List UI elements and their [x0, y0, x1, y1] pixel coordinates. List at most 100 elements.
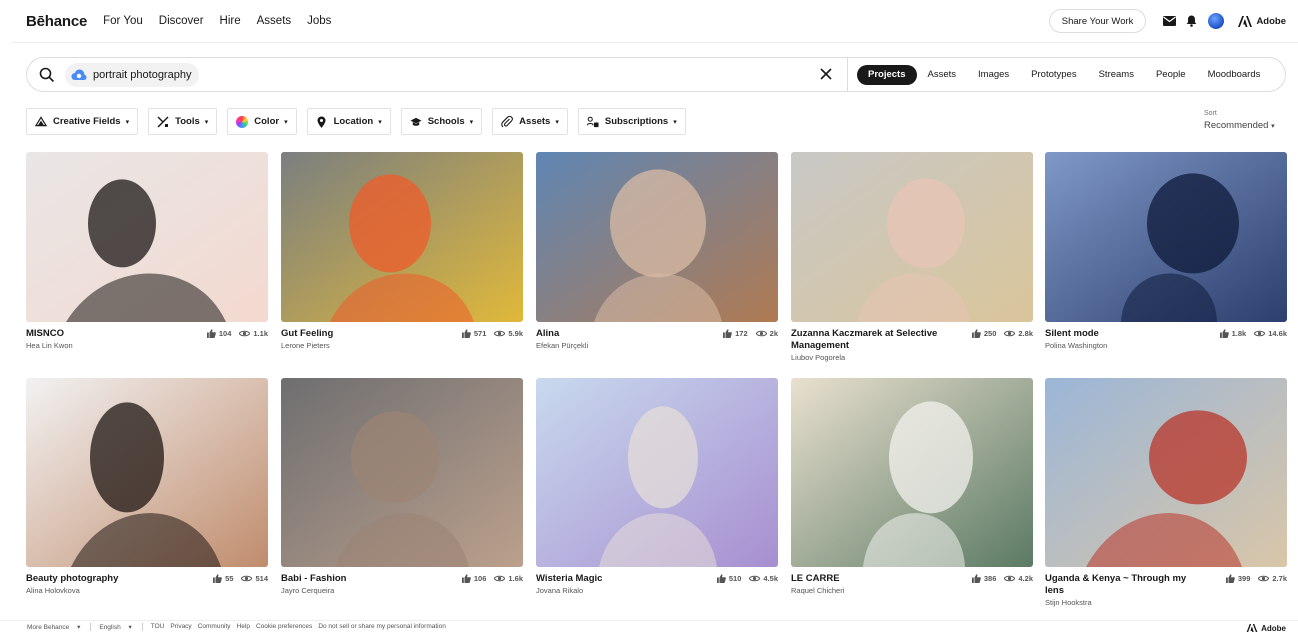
- project-card[interactable]: Wisteria Magic Jovana Rikalo 510 4.5k: [536, 378, 778, 595]
- project-card[interactable]: LE CARRE Raquel Chicheri 386 4.2k: [791, 378, 1033, 595]
- project-owner[interactable]: Alina Holovkova: [26, 586, 268, 595]
- project-title[interactable]: MISNCO: [26, 328, 186, 340]
- project-title[interactable]: Gut Feeling: [281, 328, 441, 340]
- views-count: 1.6k: [508, 574, 523, 583]
- project-stats: 399 2.7k: [1218, 574, 1287, 583]
- filter-location[interactable]: Location ▾: [306, 108, 391, 135]
- project-card[interactable]: Gut Feeling Lerone Pieters 571 5.9k: [281, 152, 523, 350]
- project-title[interactable]: Uganda & Kenya ~ Through my lens: [1045, 573, 1205, 597]
- nav-link-for-you[interactable]: For You: [103, 15, 143, 27]
- avatar[interactable]: [1208, 13, 1225, 29]
- footer-link-help[interactable]: Help: [237, 623, 250, 630]
- tab-assets[interactable]: Assets: [917, 65, 968, 85]
- footer-link-cookie-preferences[interactable]: Cookie preferences: [256, 623, 312, 630]
- tab-streams[interactable]: Streams: [1088, 65, 1145, 85]
- mail-icon[interactable]: [1162, 14, 1176, 28]
- project-owner[interactable]: Polina Washington: [1045, 341, 1287, 350]
- bell-icon[interactable]: [1184, 14, 1198, 28]
- sort-dropdown[interactable]: Sort Recommended ▾: [1204, 110, 1275, 131]
- views-stat: 1.6k: [494, 574, 523, 583]
- footer-more-behance[interactable]: More Behance ▾: [27, 623, 80, 631]
- location-pin-icon: [316, 116, 328, 128]
- footer-adobe-label: Adobe: [1261, 624, 1286, 632]
- tab-prototypes[interactable]: Prototypes: [1020, 65, 1087, 85]
- filter-schools[interactable]: Schools ▾: [400, 108, 483, 135]
- filter-assets[interactable]: Assets ▾: [492, 108, 568, 135]
- project-thumbnail[interactable]: [281, 378, 523, 567]
- footer-link-community[interactable]: Community: [198, 623, 231, 630]
- adobe-logo-icon: [1238, 15, 1253, 27]
- tools-icon: [157, 116, 169, 128]
- project-owner[interactable]: Lerone Pieters: [281, 341, 523, 350]
- subscriptions-icon: [586, 116, 599, 128]
- views-count: 5.9k: [508, 329, 523, 338]
- project-card[interactable]: Beauty photography Alina Holovkova 55 514: [26, 378, 268, 595]
- likes-stat: 399: [1225, 574, 1250, 583]
- project-owner[interactable]: Efekan Pürçekli: [536, 341, 778, 350]
- nav-right: Share Your Work Adobe: [1048, 0, 1286, 42]
- eye-icon: [494, 575, 506, 582]
- project-thumbnail[interactable]: [26, 152, 268, 322]
- footer-link-tou[interactable]: TOU: [151, 623, 165, 630]
- project-card[interactable]: Zuzanna Kaczmarek at Selective Managemen…: [791, 152, 1033, 362]
- chevron-down-icon: ▾: [284, 118, 288, 126]
- thumbs-up-icon: [206, 329, 216, 338]
- project-thumbnail[interactable]: [281, 152, 523, 322]
- nav-link-assets[interactable]: Assets: [257, 15, 292, 27]
- filter-tools[interactable]: Tools ▾: [148, 108, 218, 135]
- project-card[interactable]: Alina Efekan Pürçekli 172 2k: [536, 152, 778, 350]
- behance-logo[interactable]: Bēhance: [26, 13, 87, 30]
- project-title[interactable]: Wisteria Magic: [536, 573, 696, 585]
- filter-bar: Creative Fields ▾ Tools ▾ Color ▾ Location ▾…: [26, 108, 696, 135]
- nav-link-jobs[interactable]: Jobs: [307, 15, 331, 27]
- project-thumbnail[interactable]: [536, 152, 778, 322]
- project-owner[interactable]: Raquel Chicheri: [791, 586, 1033, 595]
- project-card[interactable]: MISNCO Hea Lin Kwon 104 1.1k: [26, 152, 268, 350]
- project-owner[interactable]: Liubov Pogorela: [791, 353, 1033, 362]
- project-thumbnail[interactable]: [1045, 378, 1287, 567]
- nav-link-discover[interactable]: Discover: [159, 15, 204, 27]
- footer-link-privacy[interactable]: Privacy: [170, 623, 191, 630]
- paperclip-icon: [501, 115, 514, 128]
- project-thumbnail[interactable]: [26, 378, 268, 567]
- tab-people[interactable]: People: [1145, 65, 1197, 85]
- project-owner[interactable]: Hea Lin Kwon: [26, 341, 268, 350]
- project-title[interactable]: Silent mode: [1045, 328, 1205, 340]
- project-thumbnail[interactable]: [791, 152, 1033, 322]
- filter-color[interactable]: Color ▾: [227, 108, 297, 135]
- project-owner[interactable]: Stijn Hookstra: [1045, 598, 1287, 607]
- filter-subscriptions[interactable]: Subscriptions ▾: [577, 108, 686, 135]
- project-thumbnail[interactable]: [1045, 152, 1287, 322]
- search-query-chip[interactable]: portrait photography: [65, 62, 200, 87]
- project-card[interactable]: Silent mode Polina Washington 1.8k 14.6k: [1045, 152, 1287, 350]
- share-your-work-button[interactable]: Share Your Work: [1048, 9, 1147, 33]
- clear-search-icon[interactable]: [819, 67, 833, 81]
- footer-language[interactable]: English ▾: [99, 623, 131, 631]
- color-wheel-icon: [236, 115, 249, 128]
- footer-link-do-not-sell[interactable]: Do not sell or share my personal informa…: [318, 623, 446, 630]
- chevron-down-icon: ▾: [469, 118, 474, 126]
- adobe-link[interactable]: Adobe: [1238, 15, 1286, 27]
- likes-stat: 55: [213, 574, 233, 583]
- project-title[interactable]: Alina: [536, 328, 696, 340]
- project-title[interactable]: Beauty photography: [26, 573, 186, 585]
- project-card[interactable]: Babi - Fashion Jayro Cerqueira 106 1.6k: [281, 378, 523, 595]
- tab-images[interactable]: Images: [967, 65, 1020, 85]
- project-owner[interactable]: Jovana Rikalo: [536, 586, 778, 595]
- tab-moodboards[interactable]: Moodboards: [1197, 65, 1272, 85]
- project-thumbnail[interactable]: [791, 378, 1033, 567]
- footer-adobe-link[interactable]: Adobe: [1246, 624, 1286, 632]
- nav-link-hire[interactable]: Hire: [220, 15, 241, 27]
- project-thumbnail[interactable]: [536, 378, 778, 567]
- views-stat: 5.9k: [494, 329, 523, 338]
- search-bar[interactable]: portrait photography Projects Assets Ima…: [26, 57, 1286, 92]
- filter-creative-fields[interactable]: Creative Fields ▾: [26, 108, 139, 135]
- project-title[interactable]: Zuzanna Kaczmarek at Selective Managemen…: [791, 328, 951, 352]
- project-title[interactable]: LE CARRE: [791, 573, 951, 585]
- project-title[interactable]: Babi - Fashion: [281, 573, 441, 585]
- tab-projects[interactable]: Projects: [857, 64, 917, 85]
- project-card[interactable]: Uganda & Kenya ~ Through my lens Stijn Ho…: [1045, 378, 1287, 607]
- search-tabs: Projects Assets Images Prototypes Stream…: [857, 58, 1271, 91]
- project-owner[interactable]: Jayro Cerqueira: [281, 586, 523, 595]
- views-count: 4.2k: [1018, 574, 1033, 583]
